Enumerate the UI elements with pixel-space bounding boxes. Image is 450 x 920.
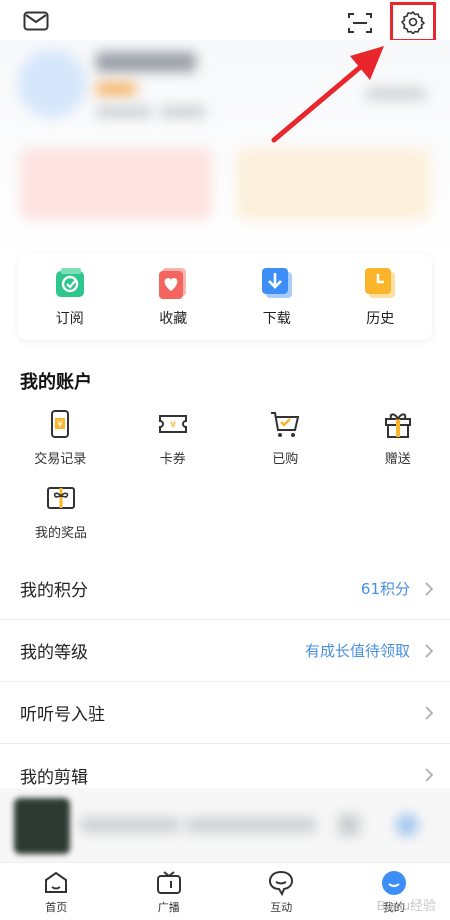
home-icon: [45, 871, 68, 893]
row-my-points[interactable]: 我的积分 61积分: [0, 558, 450, 620]
tab-label: 互动: [270, 901, 293, 914]
subscribe-icon: [55, 268, 84, 297]
chevron-right-icon: [425, 705, 434, 720]
row-label: 我的剪辑: [20, 767, 88, 788]
tab-label: 广播: [157, 901, 180, 914]
chevron-right-icon: [425, 643, 434, 658]
account-prizes[interactable]: 我的奖品: [8, 482, 114, 556]
track-subtitle-blurred: [186, 818, 316, 832]
download-icon: [261, 268, 292, 298]
user-stat-blurred: [96, 106, 152, 118]
account-item-label: 交易记录: [34, 452, 87, 467]
tile-label: 下载: [262, 311, 291, 327]
svg-text:¥: ¥: [170, 420, 176, 431]
top-bar: [0, 0, 450, 44]
promo-card-blurred[interactable]: [236, 148, 430, 220]
tab-home[interactable]: 首页: [16, 863, 96, 920]
account-item-label: 卡券: [159, 452, 186, 467]
tile-favorite[interactable]: 收藏: [133, 266, 213, 328]
tile-label: 收藏: [159, 311, 188, 327]
account-item-label: 已购: [272, 452, 299, 467]
favorite-icon: [159, 268, 187, 299]
account-item-label: 我的奖品: [34, 526, 87, 541]
svg-text:¥: ¥: [57, 420, 63, 430]
tab-radio[interactable]: 广播: [129, 863, 209, 920]
chat-icon: [269, 870, 294, 897]
track-title-blurred: [80, 818, 180, 832]
coupon-icon: ¥: [158, 415, 187, 433]
history-icon: [365, 268, 396, 298]
transaction-record-icon: ¥: [51, 410, 70, 438]
row-label: 听听号入驻: [20, 705, 105, 725]
row-join-tingting[interactable]: 听听号入驻: [0, 682, 450, 744]
chevron-right-icon: [425, 768, 434, 782]
settings-gear-icon[interactable]: [390, 2, 436, 42]
watermark: Baidu经验: [376, 898, 436, 913]
account-purchased[interactable]: 已购: [233, 408, 338, 482]
profile-icon: [381, 871, 406, 895]
row-label: 我的等级: [20, 643, 88, 663]
user-badge-blurred: [96, 82, 136, 96]
tile-label: 历史: [366, 311, 395, 327]
username-blurred: [96, 52, 196, 72]
avatar[interactable]: [18, 50, 86, 118]
gift-icon: [384, 413, 411, 438]
level-value: 有成长值待领取: [304, 642, 410, 660]
quick-tiles: 订阅 收藏 下载 历史: [18, 254, 432, 340]
vip-card-blurred[interactable]: [20, 148, 212, 220]
account-gift[interactable]: 赠送: [346, 408, 450, 482]
tile-label: 订阅: [55, 311, 84, 327]
tile-history[interactable]: 历史: [340, 266, 420, 328]
album-art-blurred: [14, 798, 70, 854]
annotation-arrow: [271, 46, 384, 143]
scan-icon[interactable]: [344, 8, 376, 38]
settings-list: 我的积分 61积分 我的等级 有成长值待领取 听听号入驻 我的剪辑: [0, 558, 450, 806]
account-coupons[interactable]: ¥ 卡券: [121, 408, 226, 482]
points-value: 61积分: [360, 580, 410, 598]
account-transactions[interactable]: ¥ 交易记录: [8, 408, 113, 482]
account-item-label: 赠送: [384, 452, 411, 467]
account-section-title: 我的账户: [20, 372, 92, 393]
radio-icon: [156, 871, 181, 894]
row-label: 我的积分: [20, 581, 88, 601]
mini-player-blurred[interactable]: [0, 788, 450, 862]
account-grid: ¥ 交易记录 ¥ 卡券 已购 赠送 我的奖品: [0, 408, 450, 556]
tile-download[interactable]: 下载: [237, 266, 317, 328]
player-control-blurred[interactable]: [396, 814, 418, 836]
mail-icon[interactable]: [22, 8, 50, 34]
tile-subscribe[interactable]: 订阅: [30, 266, 110, 328]
user-stat-blurred: [160, 106, 206, 118]
player-control-blurred[interactable]: [338, 814, 360, 836]
row-my-level[interactable]: 我的等级 有成长值待领取: [0, 620, 450, 682]
cart-icon: [271, 412, 300, 437]
prize-icon: [47, 487, 75, 509]
chevron-right-icon: [425, 581, 434, 596]
tab-interact[interactable]: 互动: [241, 863, 321, 920]
tab-label: 首页: [45, 901, 68, 914]
